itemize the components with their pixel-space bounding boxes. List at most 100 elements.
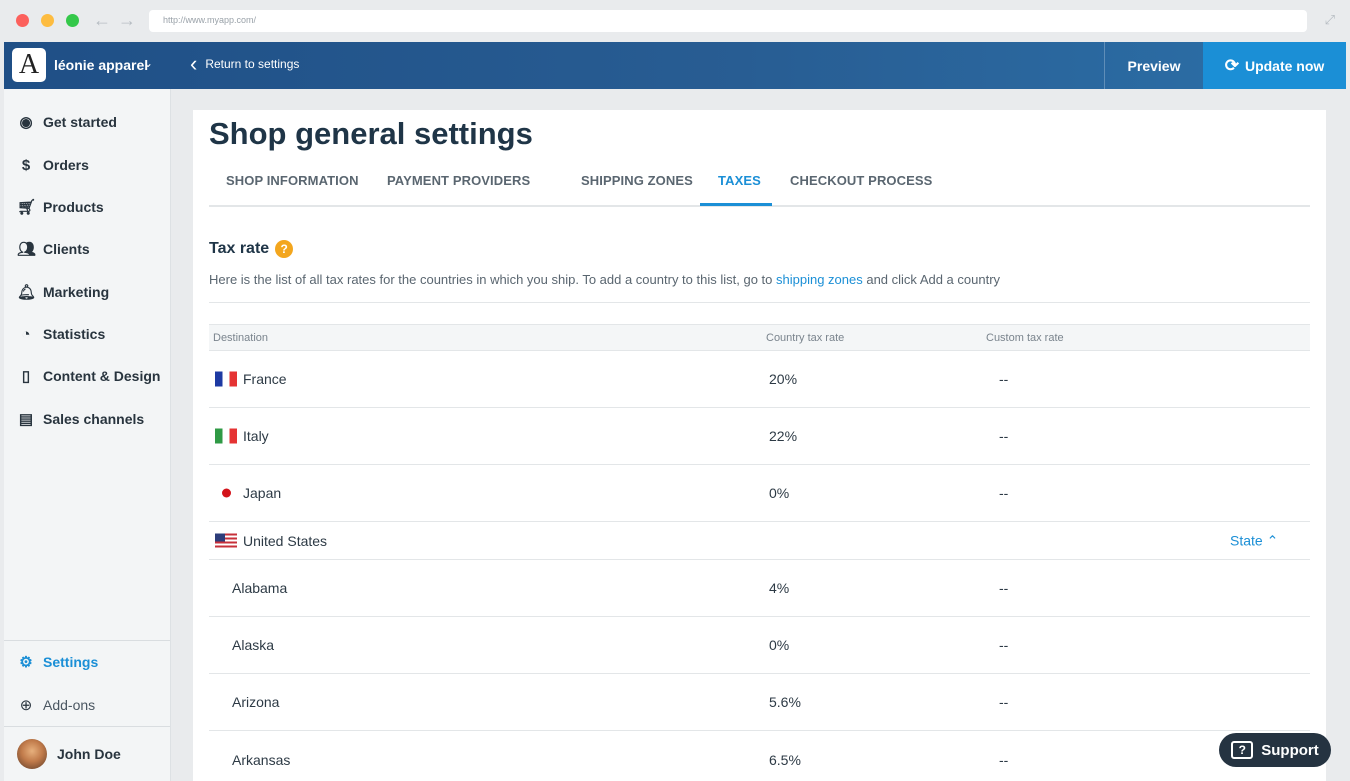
update-label: Update now [1244,57,1325,74]
state-name: Arkansas [232,751,291,768]
check-circle-icon: ◉ [19,114,33,131]
active-tab-indicator [700,203,772,206]
table-row-state[interactable]: Arizona 5.6% -- [209,674,1310,731]
gear-icon: ⚙ [19,654,33,671]
help-icon[interactable]: ? [275,240,294,258]
table-row-state[interactable]: Arkansas 6.5% -- [209,731,1310,781]
custom-tax-rate[interactable]: -- [999,371,1008,387]
support-label: Support [1261,741,1319,759]
custom-tax-rate[interactable]: -- [999,580,1008,596]
sidebar-item-label: Settings [43,654,99,670]
sidebar-divider [4,726,170,727]
custom-tax-rate[interactable]: -- [999,694,1008,710]
sidebar-item-add-ons[interactable]: ⊕ Add-ons [4,690,170,720]
forward-arrow-icon[interactable]: → [118,9,136,31]
minimize-window-button[interactable] [41,14,54,27]
sidebar-item-sales-channels[interactable]: ▤ Sales channels [4,404,170,434]
back-arrow-icon[interactable]: ← [93,9,111,31]
sidebar-item-label: Products [43,199,104,215]
logo-letter: A [18,49,40,80]
shop-logo[interactable]: A [12,48,46,82]
sidebar-item-orders[interactable]: $ Orders [4,150,170,180]
tab-payment-providers[interactable]: PAYMENT PROVIDERS [387,173,530,188]
sidebar-item-label: Add-ons [43,697,96,713]
country-tax-rate: 0% [769,485,790,501]
url-bar[interactable]: http://www.myapp.com/ [149,10,1307,32]
state-toggle[interactable]: State ⌃ [1230,532,1278,549]
sidebar-item-label: Sales channels [43,411,145,427]
refresh-icon: ⟳ [1224,55,1239,75]
people-icon: 👥︎ [17,241,37,258]
state-toggle-label: State [1230,532,1263,548]
pie-chart-icon: ◔ [21,325,31,343]
tab-shipping-zones[interactable]: SHIPPING ZONES [581,173,693,188]
sidebar-item-label: Content & Design [43,368,161,384]
sidebar-item-products[interactable]: 🛒︎ Products [4,192,170,222]
store-icon: ▤ [18,411,34,428]
country-name: United States [243,532,328,549]
sidebar-item-get-started[interactable]: ◉ Get started [4,107,170,137]
col-custom-tax-rate: Custom tax rate [986,332,1064,344]
italy-flag-icon [215,428,237,444]
sidebar-item-marketing[interactable]: 🔔︎ Marketing [4,277,170,307]
sidebar-item-clients[interactable]: 👥︎ Clients [4,234,170,264]
return-to-settings-link[interactable]: ‹ Return to settings [190,51,300,76]
sidebar-item-content-design[interactable]: ▯ Content & Design [4,361,170,391]
sidebar-item-label: Statistics [43,326,106,342]
france-flag-icon [215,371,237,387]
maximize-window-button[interactable] [66,14,79,27]
phone-icon: ▯ [21,368,31,385]
custom-tax-rate[interactable]: -- [999,428,1008,444]
sidebar-item-statistics[interactable]: ◔ Statistics [4,319,170,349]
country-name: Italy [243,428,269,444]
custom-tax-rate[interactable]: -- [999,752,1008,768]
expand-icon[interactable]: ⤢ [1325,12,1335,28]
sidebar-item-label: Get started [43,114,117,130]
state-name: Arizona [232,694,280,710]
tab-shop-information[interactable]: SHOP INFORMATION [226,173,359,188]
chevron-down-icon[interactable]: ⌄ [143,56,153,70]
bell-icon: 🔔︎ [17,284,37,301]
state-tax-rate: 4% [769,580,790,596]
state-tax-rate: 5.6% [769,694,801,710]
divider [209,302,1310,303]
table-header: Destination Country tax rate Custom tax … [209,324,1310,351]
update-now-button[interactable]: ⟳ Update now [1203,42,1346,89]
table-row[interactable]: Italy 22% -- [209,408,1310,465]
tax-rate-title: Tax rate [209,240,270,257]
chevron-left-icon: ‹ [190,51,198,76]
country-tax-rate: 20% [769,371,798,387]
country-tax-rate: 22% [769,428,798,444]
table-row[interactable]: France 20% -- [209,351,1310,408]
sidebar-divider [4,640,170,641]
support-button[interactable]: ? Support [1219,733,1331,767]
sidebar-item-settings[interactable]: ⚙ Settings [4,647,170,677]
state-name: Alaska [232,637,275,653]
shipping-zones-link[interactable]: shipping zones [776,272,863,287]
cart-icon: 🛒︎ [17,199,37,216]
settings-card: Shop general settings SHOP INFORMATION P… [193,110,1326,781]
custom-tax-rate[interactable]: -- [999,485,1008,501]
state-tax-rate: 0% [769,637,790,653]
us-flag-icon [215,533,237,548]
chat-question-icon: ? [1231,741,1254,759]
table-row[interactable]: Japan 0% -- [209,465,1310,522]
country-name: France [243,371,287,387]
close-window-button[interactable] [16,14,29,27]
state-tax-rate: 6.5% [769,751,801,768]
desc-text: Here is the list of all tax rates for th… [209,272,776,287]
table-row-state[interactable]: Alabama 4% -- [209,560,1310,617]
table-row-united-states[interactable]: United States State ⌃ [209,522,1310,560]
custom-tax-rate[interactable]: -- [999,637,1008,653]
page-title: Shop general settings [209,116,533,151]
chevron-up-icon: ⌃ [1266,532,1279,548]
table-row-state[interactable]: Alaska 0% -- [209,617,1310,674]
desc-text: and click Add a country [862,272,1001,287]
shop-name[interactable]: léonie apparel [54,57,148,73]
user-menu[interactable]: John Doe [4,738,170,770]
tab-checkout-process[interactable]: CHECKOUT PROCESS [790,173,932,188]
sidebar-item-label: Marketing [43,284,110,300]
preview-button[interactable]: Preview [1104,42,1203,89]
tab-taxes[interactable]: TAXES [718,173,761,188]
return-label: Return to settings [205,57,300,71]
